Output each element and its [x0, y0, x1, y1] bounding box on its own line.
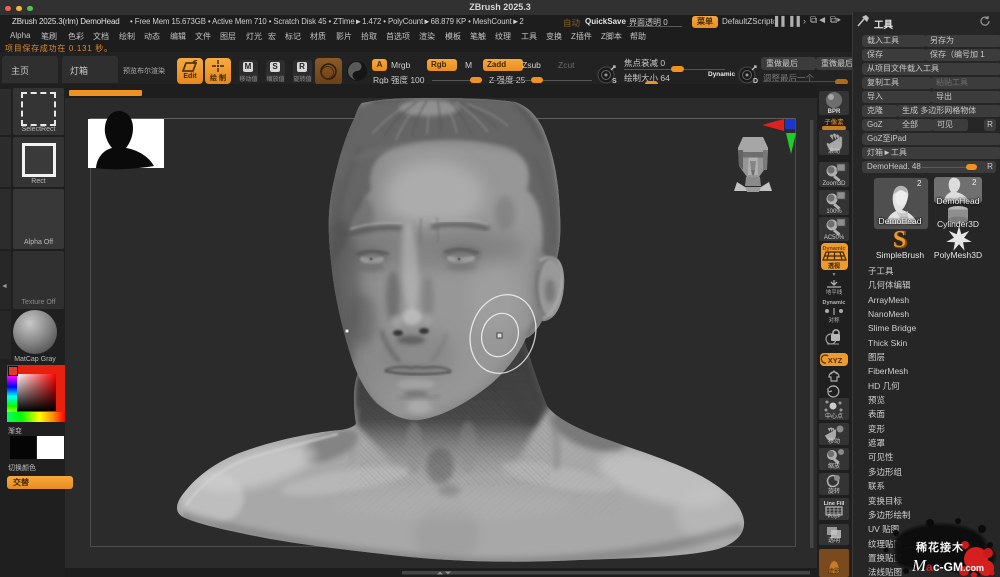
svg-text:滚动: 滚动 — [828, 147, 840, 155]
svg-text:BPR: BPR — [828, 109, 841, 115]
svg-text:地平线: 地平线 — [826, 288, 843, 296]
svg-text:透视: 透视 — [828, 262, 840, 270]
svg-text:虚影: 虚影 — [828, 567, 840, 575]
svg-text:中心点: 中心点 — [825, 412, 843, 420]
svg-text:移动: 移动 — [828, 437, 840, 445]
svg-text:a: a — [926, 560, 933, 574]
svg-text:对称: 对称 — [828, 316, 840, 324]
svg-text:稀花接木: 稀花接木 — [916, 540, 964, 554]
svg-text:Zoom3D: Zoom3D — [822, 181, 846, 187]
svg-text:子像素: 子像素 — [824, 117, 844, 126]
svg-text:S: S — [893, 227, 906, 252]
svg-text:▼: ▼ — [832, 272, 837, 278]
svg-text:AC50%: AC50% — [824, 235, 845, 241]
svg-text:100%: 100% — [826, 209, 842, 215]
svg-text:PolyF: PolyF — [828, 514, 841, 520]
svg-text:Dynamic: Dynamic — [823, 246, 846, 252]
svg-text:Line Fill: Line Fill — [824, 501, 845, 507]
svg-text:Dynamic: Dynamic — [823, 300, 846, 306]
svg-text:XYZ: XYZ — [828, 356, 843, 365]
svg-text:M: M — [911, 556, 927, 575]
svg-text:透明: 透明 — [828, 536, 840, 544]
svg-text:.com: .com — [963, 563, 984, 573]
svg-text:缩放: 缩放 — [828, 462, 840, 470]
svg-text:c-GM: c-GM — [933, 560, 963, 574]
svg-text:旋转: 旋转 — [828, 487, 840, 495]
